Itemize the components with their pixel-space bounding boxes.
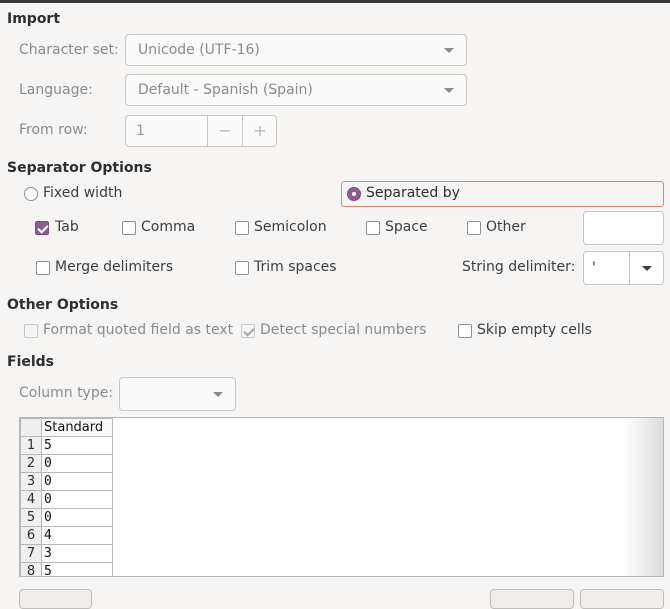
column-type-label: Column type: (19, 385, 114, 401)
other-checkbox[interactable] (467, 221, 481, 235)
table-cell[interactable]: 0 (41, 508, 113, 527)
tab-label[interactable]: Tab (55, 219, 79, 235)
charset-label: Character set: (19, 42, 119, 58)
separated-by-label[interactable]: Separated by (366, 185, 460, 201)
detect-special-label[interactable]: Detect special numbers (260, 322, 426, 338)
skip-empty-label[interactable]: Skip empty cells (477, 322, 592, 338)
language-label: Language: (19, 82, 93, 98)
preview-table: Standard 1520304050647385 (20, 418, 113, 576)
separator-options-heading: Separator Options (7, 160, 152, 176)
table-cell[interactable]: 3 (41, 544, 113, 563)
table-cell[interactable]: 0 (41, 454, 113, 473)
row-number[interactable]: 2 (20, 454, 42, 473)
language-value: Default - Spanish (Spain) (138, 82, 313, 98)
space-checkbox[interactable] (366, 221, 380, 235)
row-number[interactable]: 5 (20, 508, 42, 527)
increment-button[interactable]: + (242, 116, 277, 146)
table-row: 50 (20, 508, 113, 527)
from-row-spinner[interactable]: 1 − + (125, 115, 277, 147)
fixed-width-label[interactable]: Fixed width (43, 185, 122, 201)
row-number[interactable]: 3 (20, 472, 42, 491)
row-number[interactable]: 1 (20, 436, 42, 455)
detect-special-checkbox[interactable] (241, 324, 255, 338)
trim-spaces-checkbox[interactable] (235, 261, 249, 275)
charset-combo[interactable]: Unicode (UTF-16) (125, 34, 467, 66)
string-delimiter-value: ' (592, 260, 596, 276)
comma-label[interactable]: Comma (141, 219, 195, 235)
table-row: 85 (20, 562, 113, 576)
comma-checkbox[interactable] (122, 221, 136, 235)
from-row-label: From row: (19, 122, 88, 138)
row-number[interactable]: 4 (20, 490, 42, 509)
corner-cell[interactable] (20, 418, 42, 437)
other-separator-input[interactable] (583, 211, 664, 245)
row-number[interactable]: 8 (20, 562, 42, 576)
semicolon-checkbox[interactable] (235, 221, 249, 235)
merge-delimiters-label[interactable]: Merge delimiters (55, 259, 173, 275)
table-cell[interactable]: 0 (41, 472, 113, 491)
chevron-down-icon (444, 48, 454, 53)
import-heading: Import (7, 11, 61, 27)
table-cell[interactable]: 5 (41, 562, 113, 576)
header-row: Standard (20, 418, 113, 437)
string-delimiter-label: String delimiter: (462, 259, 576, 275)
decrement-button[interactable]: − (207, 116, 242, 146)
table-cell[interactable]: 0 (41, 490, 113, 509)
language-combo[interactable]: Default - Spanish (Spain) (125, 74, 467, 106)
row-number[interactable]: 6 (20, 526, 42, 545)
fields-heading: Fields (7, 354, 55, 370)
semicolon-label[interactable]: Semicolon (254, 219, 327, 235)
table-row: 15 (20, 436, 113, 455)
preview-scroll-shade (623, 418, 663, 576)
fields-preview-grid[interactable]: Standard 1520304050647385 (19, 417, 664, 577)
merge-delimiters-checkbox[interactable] (36, 261, 50, 275)
combo-divider (629, 252, 630, 284)
table-cell[interactable]: 5 (41, 436, 113, 455)
cancel-button[interactable] (580, 589, 664, 609)
trim-spaces-label[interactable]: Trim spaces (254, 259, 337, 275)
fixed-width-radio[interactable] (24, 187, 38, 201)
tab-checkbox[interactable] (35, 221, 49, 235)
format-quoted-label[interactable]: Format quoted field as text (43, 322, 233, 338)
other-options-heading: Other Options (7, 297, 119, 313)
column-type-combo[interactable] (119, 377, 236, 411)
table-row: 30 (20, 472, 113, 491)
table-row: 40 (20, 490, 113, 509)
table-row: 20 (20, 454, 113, 473)
column-header-standard[interactable]: Standard (41, 418, 113, 437)
table-cell[interactable]: 4 (41, 526, 113, 545)
table-row: 64 (20, 526, 113, 545)
from-row-value: 1 (136, 123, 145, 139)
space-label[interactable]: Space (385, 219, 428, 235)
string-delimiter-combo[interactable]: ' (583, 251, 664, 285)
separated-by-radio[interactable] (347, 187, 361, 201)
other-label[interactable]: Other (486, 219, 526, 235)
window-top-edge (0, 0, 670, 3)
charset-value: Unicode (UTF-16) (138, 42, 260, 58)
table-row: 73 (20, 544, 113, 563)
chevron-down-icon (213, 392, 223, 397)
chevron-down-icon (444, 88, 454, 93)
chevron-down-icon[interactable] (642, 266, 652, 271)
format-quoted-checkbox[interactable] (24, 324, 38, 338)
skip-empty-checkbox[interactable] (458, 324, 472, 338)
row-number[interactable]: 7 (20, 544, 42, 563)
help-button[interactable] (19, 589, 92, 609)
ok-button[interactable] (490, 589, 574, 609)
